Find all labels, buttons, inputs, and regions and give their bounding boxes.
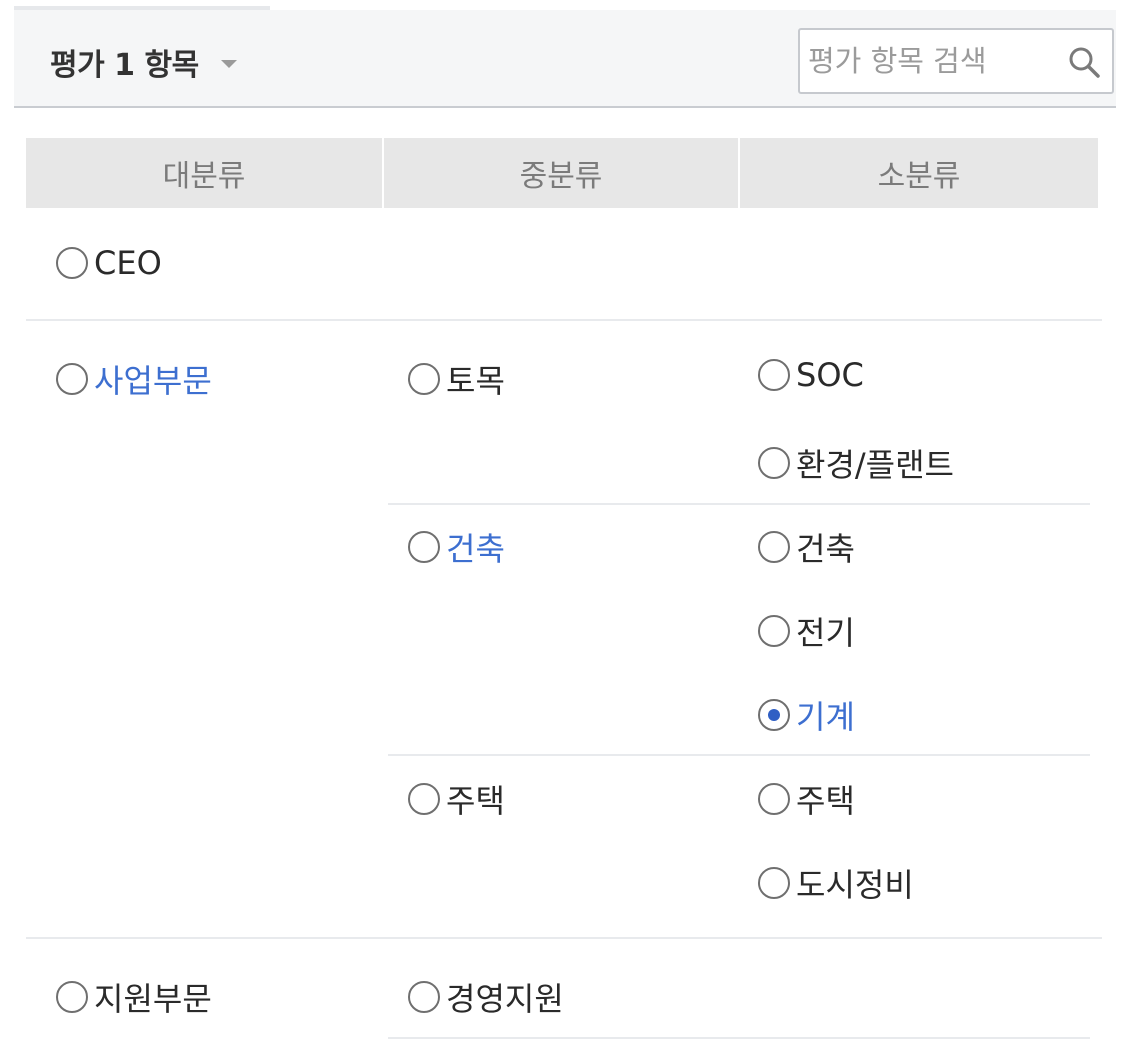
radio-label: 주택 — [796, 782, 855, 820]
radio-major-ceo[interactable]: CEO — [56, 244, 162, 282]
column-header-middle: 중분류 — [384, 138, 738, 208]
evaluation-item-dropdown[interactable]: 평가 1 항목 — [50, 40, 237, 84]
row-divider — [388, 1037, 1090, 1039]
header-bar: 평가 1 항목 — [14, 10, 1116, 108]
radio-label: 도시정비 — [796, 866, 914, 904]
radio-label: 토목 — [446, 362, 505, 400]
radio-label: 경영지원 — [446, 980, 564, 1018]
radio-label: 주택 — [446, 782, 505, 820]
radio-minor-electric[interactable]: 전기 — [758, 608, 855, 654]
radio-circle-icon[interactable] — [56, 363, 88, 395]
radio-label: 건축 — [796, 530, 855, 568]
search-box — [798, 28, 1114, 94]
radio-circle-icon[interactable] — [56, 247, 88, 279]
radio-middle-architecture[interactable]: 건축 — [408, 524, 505, 570]
radio-middle-housing[interactable]: 주택 — [408, 776, 505, 822]
radio-circle-icon[interactable] — [408, 783, 440, 815]
radio-minor-urban[interactable]: 도시정비 — [758, 860, 914, 906]
radio-circle-icon[interactable] — [758, 447, 790, 479]
radio-label: 지원부문 — [94, 980, 212, 1018]
search-input[interactable] — [808, 38, 1058, 84]
radio-label: SOC — [796, 356, 864, 394]
radio-circle-icon[interactable] — [758, 531, 790, 563]
radio-minor-soc[interactable]: SOC — [758, 356, 864, 394]
evaluation-title: 평가 1 항목 — [50, 48, 199, 83]
radio-label: 전기 — [796, 614, 855, 652]
radio-minor-architecture[interactable]: 건축 — [758, 524, 855, 570]
radio-label: 환경/플랜트 — [796, 446, 954, 484]
column-header-minor: 소분류 — [740, 138, 1098, 208]
radio-circle-icon[interactable] — [758, 615, 790, 647]
radio-major-business[interactable]: 사업부문 — [56, 356, 212, 402]
radio-label: 기계 — [796, 698, 855, 736]
radio-middle-management[interactable]: 경영지원 — [408, 974, 564, 1020]
chevron-down-icon — [220, 60, 237, 68]
radio-circle-icon[interactable] — [758, 359, 790, 391]
search-icon[interactable] — [1066, 44, 1102, 80]
radio-middle-civil[interactable]: 토목 — [408, 356, 505, 402]
radio-major-support[interactable]: 지원부문 — [56, 974, 212, 1020]
radio-circle-icon[interactable] — [408, 531, 440, 563]
radio-circle-icon[interactable] — [408, 363, 440, 395]
radio-label: 사업부문 — [94, 362, 212, 400]
row-divider — [388, 754, 1090, 756]
radio-checked-icon[interactable] — [758, 699, 790, 731]
radio-circle-icon[interactable] — [758, 867, 790, 899]
radio-circle-icon[interactable] — [408, 981, 440, 1013]
table-header: 대분류 중분류 소분류 — [26, 138, 1098, 208]
radio-label: 건축 — [446, 530, 505, 568]
row-divider — [26, 319, 1102, 321]
radio-label: CEO — [94, 244, 162, 282]
radio-minor-env-plant[interactable]: 환경/플랜트 — [758, 440, 954, 486]
radio-circle-icon[interactable] — [56, 981, 88, 1013]
radio-minor-mechanical[interactable]: 기계 — [758, 692, 855, 738]
radio-minor-housing[interactable]: 주택 — [758, 776, 855, 822]
column-header-major: 대분류 — [26, 138, 382, 208]
row-divider — [388, 503, 1090, 505]
radio-circle-icon[interactable] — [758, 783, 790, 815]
row-divider — [26, 937, 1102, 939]
